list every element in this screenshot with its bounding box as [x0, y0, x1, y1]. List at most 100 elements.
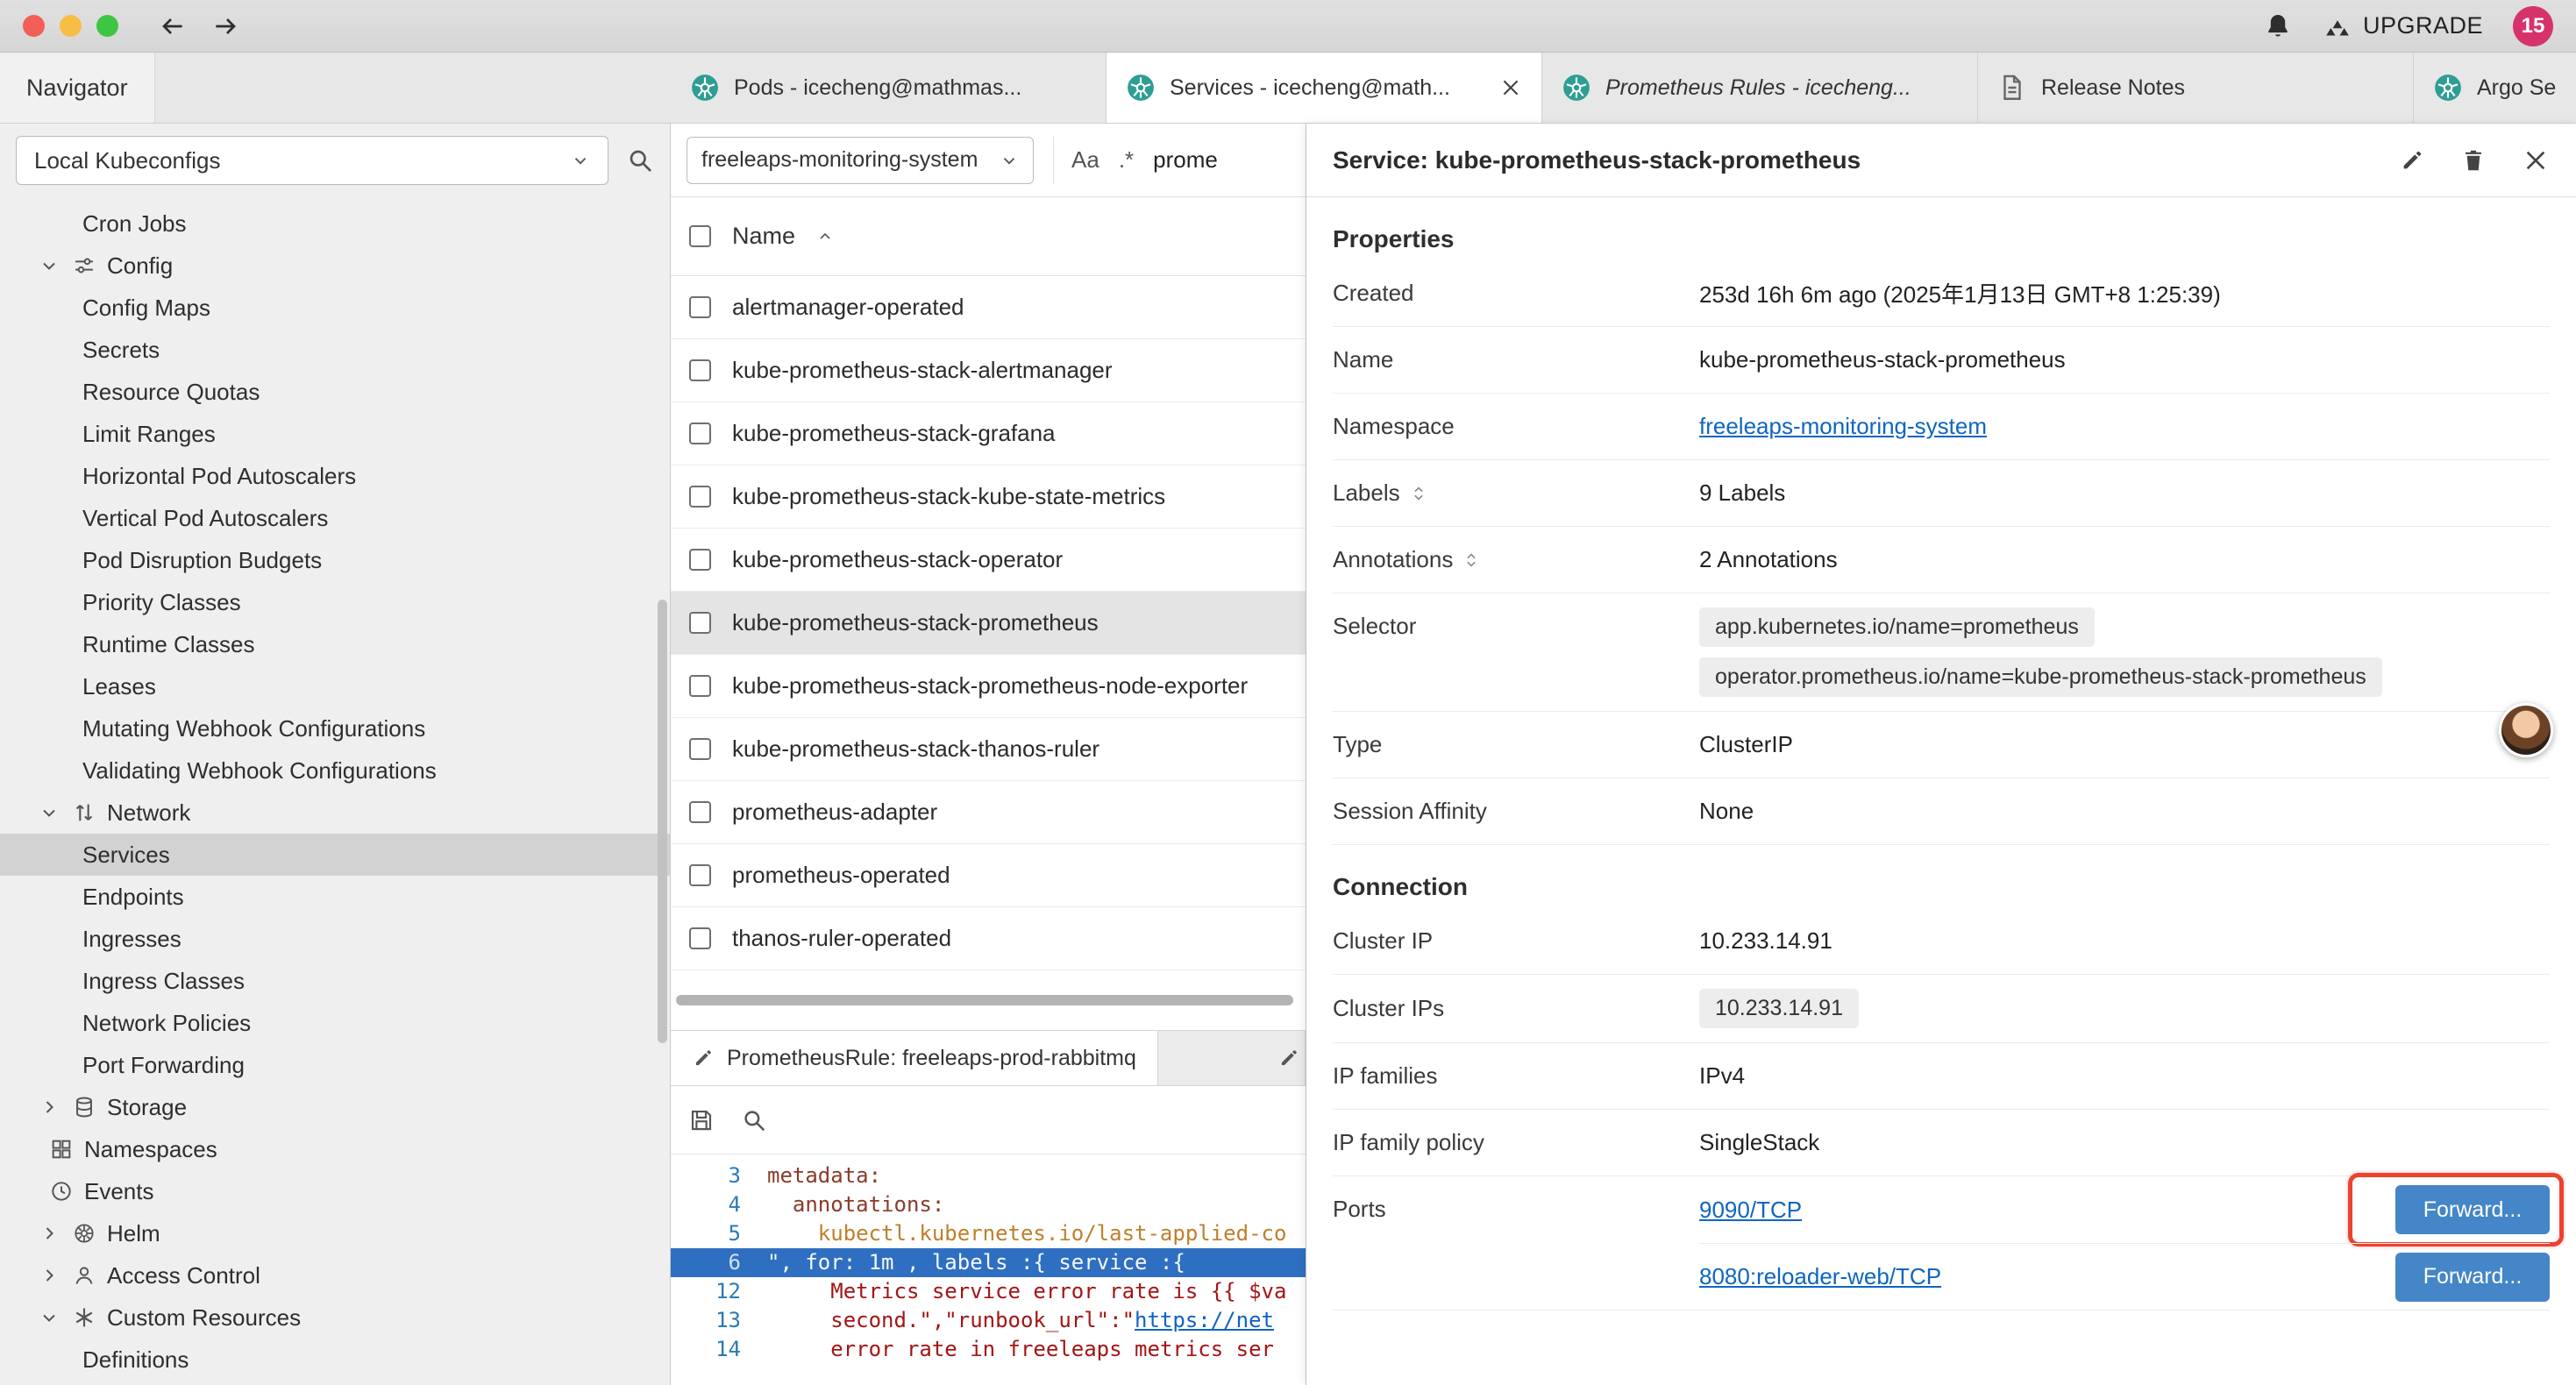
- search-icon[interactable]: [626, 146, 654, 174]
- tab-argo-se[interactable]: Argo Se: [2414, 53, 2576, 123]
- sidebar-item-validating-webhook-configurations[interactable]: Validating Webhook Configurations: [0, 749, 670, 792]
- tab-pods-icecheng-mathmas[interactable]: Pods - icecheng@mathmas...: [671, 53, 1107, 123]
- kubeconfig-select[interactable]: Local Kubeconfigs: [16, 136, 608, 185]
- editor-tab-next[interactable]: [1270, 1031, 1306, 1085]
- sidebar-item-vertical-pod-autoscalers[interactable]: Vertical Pod Autoscalers: [0, 497, 670, 539]
- row-checkbox[interactable]: [689, 549, 711, 571]
- sidebar-item-network[interactable]: Network: [0, 792, 670, 834]
- sidebar-item-secrets[interactable]: Secrets: [0, 329, 670, 371]
- tab-release-notes[interactable]: Release Notes: [1978, 53, 2414, 123]
- sidebar-item-ingress-classes[interactable]: Ingress Classes: [0, 960, 670, 1002]
- chevron-right-icon[interactable]: [39, 1097, 60, 1118]
- chevron-right-icon[interactable]: [39, 1223, 60, 1244]
- edit-icon[interactable]: [2399, 147, 2425, 174]
- row-checkbox[interactable]: [689, 296, 711, 318]
- sidebar-item-namespaces[interactable]: Namespaces: [0, 1128, 670, 1170]
- forward-button[interactable]: Forward...: [2395, 1253, 2550, 1302]
- table-row[interactable]: kube-prometheus-stack-grafana: [671, 402, 1306, 465]
- table-row[interactable]: alertmanager-operated: [671, 276, 1306, 339]
- window-close-button[interactable]: [23, 15, 45, 37]
- regex-toggle[interactable]: .*: [1119, 146, 1134, 174]
- sidebar-item-network-policies[interactable]: Network Policies: [0, 1002, 670, 1044]
- port-link[interactable]: 9090/TCP: [1699, 1197, 1802, 1224]
- editor-line[interactable]: 6", for: 1m , labels :{ service :{: [671, 1248, 1306, 1277]
- navigator-tab[interactable]: Navigator: [0, 53, 155, 123]
- select-all-checkbox[interactable]: [689, 225, 711, 247]
- name-column-header[interactable]: Name: [732, 223, 795, 250]
- editor-line[interactable]: 4 annotations:: [671, 1190, 1306, 1219]
- editor-line[interactable]: 12 Metrics service error rate is {{ $va: [671, 1277, 1306, 1306]
- sidebar-item-ingresses[interactable]: Ingresses: [0, 918, 670, 960]
- editor-tab-prometheusrule[interactable]: PrometheusRule: freeleaps-prod-rabbitmq: [671, 1031, 1158, 1085]
- chevron-down-icon[interactable]: [39, 802, 60, 823]
- row-checkbox[interactable]: [689, 675, 711, 697]
- row-checkbox[interactable]: [689, 486, 711, 508]
- table-row[interactable]: kube-prometheus-stack-prometheus-node-ex…: [671, 655, 1306, 718]
- yaml-editor[interactable]: 3metadata:4 annotations:5 kubectl.kubern…: [671, 1154, 1306, 1385]
- namespace-select[interactable]: freeleaps-monitoring-system: [687, 137, 1034, 184]
- sidebar-item-custom-resources[interactable]: Custom Resources: [0, 1296, 670, 1339]
- port-link[interactable]: 8080:reloader-web/TCP: [1699, 1263, 1941, 1290]
- editor-line[interactable]: 13 second.","runbook_url":"https://net: [671, 1306, 1306, 1335]
- tab-services-icecheng-math[interactable]: Services - icecheng@math...: [1107, 53, 1542, 123]
- sidebar-item-priority-classes[interactable]: Priority Classes: [0, 581, 670, 623]
- upgrade-button[interactable]: UPGRADE: [2323, 11, 2483, 41]
- user-avatar[interactable]: [2499, 703, 2553, 757]
- sidebar-item-definitions[interactable]: Definitions: [0, 1339, 670, 1381]
- chevron-down-icon[interactable]: [39, 255, 60, 276]
- close-icon[interactable]: [1499, 76, 1522, 99]
- search-query-input[interactable]: prome: [1153, 146, 1218, 174]
- sidebar-item-port-forwarding[interactable]: Port Forwarding: [0, 1044, 670, 1086]
- sidebar-item-config[interactable]: Config: [0, 245, 670, 287]
- sidebar-item-leases[interactable]: Leases: [0, 665, 670, 707]
- editor-line[interactable]: 14 error rate in freeleaps metrics ser: [671, 1335, 1306, 1364]
- window-zoom-button[interactable]: [96, 15, 118, 37]
- sidebar-item-resource-quotas[interactable]: Resource Quotas: [0, 371, 670, 413]
- row-checkbox[interactable]: [689, 612, 711, 634]
- sidebar-item-limit-ranges[interactable]: Limit Ranges: [0, 413, 670, 455]
- sidebar-item-pod-disruption-budgets[interactable]: Pod Disruption Budgets: [0, 539, 670, 581]
- notification-badge[interactable]: 15: [2513, 6, 2553, 46]
- scrollbar-thumb[interactable]: [676, 995, 1293, 1005]
- row-checkbox[interactable]: [689, 864, 711, 886]
- back-icon[interactable]: [159, 12, 187, 40]
- sidebar-item-events[interactable]: Events: [0, 1170, 670, 1212]
- sidebar-item-access-control[interactable]: Access Control: [0, 1254, 670, 1296]
- table-row[interactable]: thanos-ruler-operated: [671, 907, 1306, 970]
- sidebar-item-storage[interactable]: Storage: [0, 1086, 670, 1128]
- editor-search-icon[interactable]: [741, 1107, 767, 1133]
- tab-prometheus-rules-icecheng[interactable]: Prometheus Rules - icecheng...: [1542, 53, 1978, 123]
- table-row[interactable]: kube-prometheus-stack-kube-state-metrics: [671, 465, 1306, 529]
- forward-icon[interactable]: [211, 12, 239, 40]
- table-row[interactable]: kube-prometheus-stack-operator: [671, 529, 1306, 592]
- sidebar-item-endpoints[interactable]: Endpoints: [0, 876, 670, 918]
- delete-icon[interactable]: [2460, 147, 2487, 174]
- namespace-link[interactable]: freeleaps-monitoring-system: [1699, 413, 1987, 440]
- window-minimize-button[interactable]: [60, 15, 82, 37]
- sidebar-item-services[interactable]: Services: [0, 834, 670, 876]
- table-row[interactable]: kube-prometheus-stack-prometheus: [671, 592, 1306, 655]
- sort-asc-icon[interactable]: [816, 228, 834, 245]
- table-row[interactable]: prometheus-adapter: [671, 781, 1306, 844]
- forward-button[interactable]: Forward...: [2395, 1185, 2550, 1234]
- chevron-down-icon[interactable]: [39, 1307, 60, 1328]
- sidebar-item-helm[interactable]: Helm: [0, 1212, 670, 1254]
- table-row[interactable]: kube-prometheus-stack-alertmanager: [671, 339, 1306, 402]
- sort-updown-icon[interactable]: [1462, 550, 1481, 570]
- table-row[interactable]: kube-prometheus-stack-thanos-ruler: [671, 718, 1306, 781]
- row-checkbox[interactable]: [689, 423, 711, 444]
- bell-icon[interactable]: [2263, 11, 2293, 41]
- sidebar-item-mutating-webhook-configurations[interactable]: Mutating Webhook Configurations: [0, 707, 670, 749]
- row-checkbox[interactable]: [689, 927, 711, 949]
- save-icon[interactable]: [688, 1107, 715, 1133]
- close-icon[interactable]: [2522, 146, 2550, 174]
- row-checkbox[interactable]: [689, 359, 711, 381]
- horizontal-scrollbar[interactable]: [671, 970, 1306, 1030]
- sidebar-item-horizontal-pod-autoscalers[interactable]: Horizontal Pod Autoscalers: [0, 455, 670, 497]
- sort-updown-icon[interactable]: [1409, 484, 1428, 503]
- chevron-right-icon[interactable]: [39, 1265, 60, 1286]
- match-case-toggle[interactable]: Aa: [1071, 146, 1099, 174]
- sidebar-item-cron-jobs[interactable]: Cron Jobs: [0, 202, 670, 245]
- editor-line[interactable]: 5 kubectl.kubernetes.io/last-applied-co: [671, 1219, 1306, 1248]
- row-checkbox[interactable]: [689, 801, 711, 823]
